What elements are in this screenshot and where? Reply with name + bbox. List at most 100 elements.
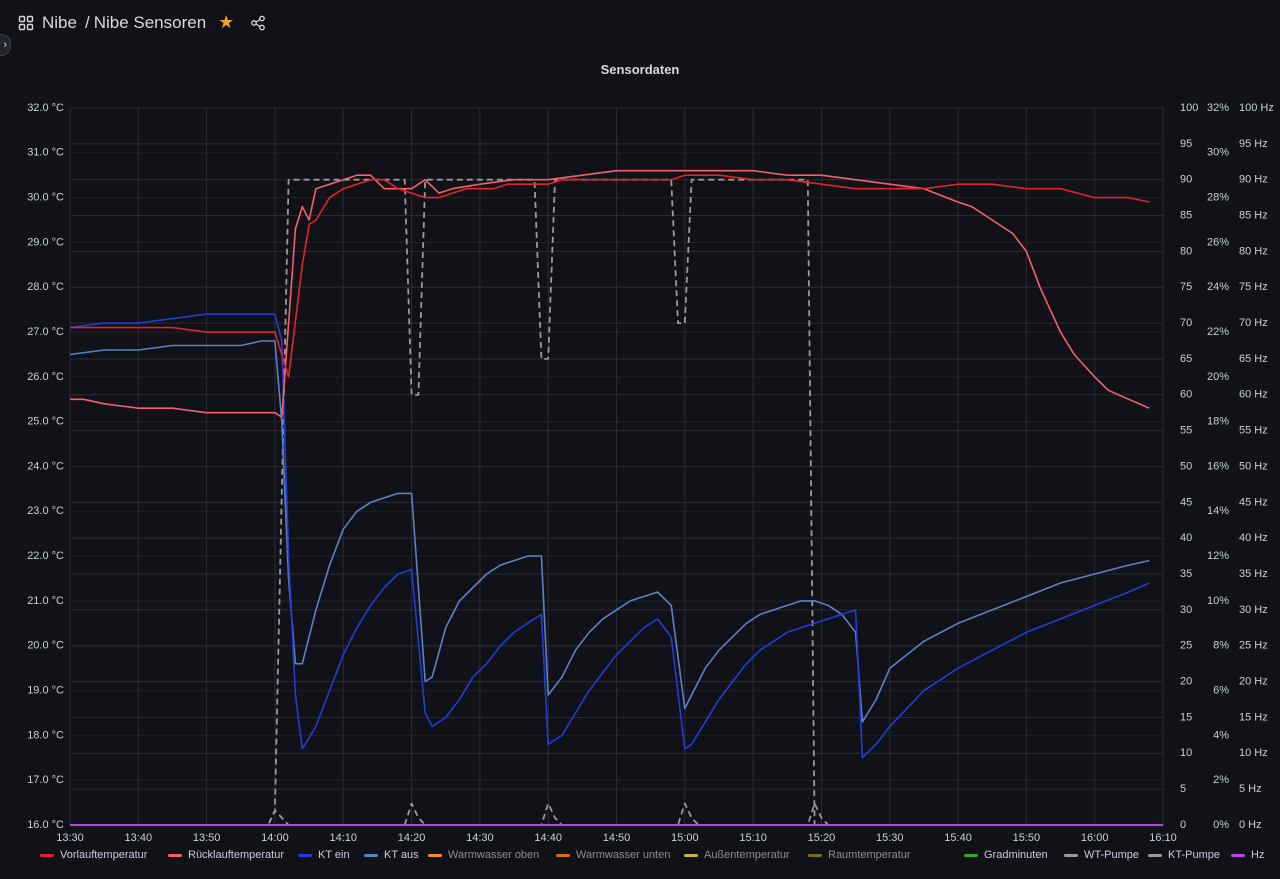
y-right1-tick-label: 5 xyxy=(1180,783,1186,795)
y-right1-tick-label: 25 xyxy=(1180,640,1192,652)
y-right2-tick-label: 10% xyxy=(1207,595,1229,607)
y-left-tick-label: 30.0 °C xyxy=(27,192,64,204)
y-right2-tick-label: 8% xyxy=(1213,640,1229,652)
legend-item[interactable]: KT aus xyxy=(364,849,419,861)
y-right1-tick-label: 10 xyxy=(1180,747,1192,759)
y-right3-tick-label: 75 Hz xyxy=(1239,281,1268,293)
y-right2-tick-label: 22% xyxy=(1207,326,1229,338)
y-right1-tick-label: 65 xyxy=(1180,353,1192,365)
x-tick-label: 14:20 xyxy=(398,832,426,844)
x-tick-label: 14:50 xyxy=(603,832,631,844)
chart-legend: Vorlauftemperatur Rücklauftemperatur KT ei… xyxy=(40,849,1280,867)
legend-item[interactable]: Raumtemperatur xyxy=(808,849,911,861)
y-right2-tick-label: 6% xyxy=(1213,684,1229,696)
x-tick-label: 15:40 xyxy=(944,832,972,844)
y-right1-tick-label: 40 xyxy=(1180,532,1192,544)
legend-item[interactable]: Hz xyxy=(1231,849,1264,861)
legend-swatch xyxy=(1231,853,1245,857)
x-tick-label: 15:50 xyxy=(1013,832,1041,844)
x-tick-label: 14:40 xyxy=(534,832,562,844)
x-tick-label: 14:10 xyxy=(329,832,357,844)
y-right3-tick-label: 85 Hz xyxy=(1239,209,1268,221)
legend-label: Rücklauftemperatur xyxy=(188,849,284,861)
legend-label: KT aus xyxy=(384,849,419,861)
y-left-tick-label: 19.0 °C xyxy=(27,684,64,696)
legend-swatch xyxy=(364,853,378,857)
legend-swatch xyxy=(808,853,822,857)
y-left-tick-label: 22.0 °C xyxy=(27,550,64,562)
y-right2-tick-label: 12% xyxy=(1207,550,1229,562)
y-right1-tick-label: 95 xyxy=(1180,138,1192,150)
y-right2-tick-label: 0% xyxy=(1213,819,1229,831)
x-tick-label: 15:20 xyxy=(808,832,836,844)
legend-label: WT-Pumpe xyxy=(1084,849,1140,861)
legend-label: Warmwasser oben xyxy=(448,849,540,861)
x-tick-label: 13:50 xyxy=(193,832,221,844)
x-tick-label: 16:10 xyxy=(1149,832,1177,844)
legend-item[interactable]: Gradminuten xyxy=(964,849,1048,861)
y-right1-tick-label: 35 xyxy=(1180,568,1192,580)
y-right3-tick-label: 0 Hz xyxy=(1239,819,1262,831)
legend-item[interactable]: Vorlauftemperatur xyxy=(40,849,147,861)
y-right1-tick-label: 90 xyxy=(1180,174,1192,186)
y-left-tick-label: 25.0 °C xyxy=(27,416,64,428)
y-right1-tick-label: 85 xyxy=(1180,209,1192,221)
x-tick-label: 14:30 xyxy=(466,832,494,844)
legend-item[interactable]: KT-Pumpe xyxy=(1148,849,1220,861)
y-right2-tick-label: 20% xyxy=(1207,371,1229,383)
y-left-tick-label: 16.0 °C xyxy=(27,819,64,831)
legend-swatch xyxy=(1064,853,1078,857)
y-right3-tick-label: 30 Hz xyxy=(1239,604,1268,616)
y-left-tick-label: 32.0 °C xyxy=(27,102,64,114)
legend-swatch xyxy=(684,853,698,857)
y-right1-tick-label: 20 xyxy=(1180,676,1192,688)
legend-swatch xyxy=(298,853,312,857)
y-right1-tick-label: 50 xyxy=(1180,460,1192,472)
legend-item[interactable]: Warmwasser oben xyxy=(428,849,539,861)
y-left-tick-label: 20.0 °C xyxy=(27,640,64,652)
legend-item[interactable]: KT ein xyxy=(298,849,350,861)
y-left-tick-label: 31.0 °C xyxy=(27,147,64,159)
x-tick-label: 15:00 xyxy=(671,832,699,844)
x-axis: 13:30 13:40 13:50 14:00 14:10 14:20 14:30 14:40… xyxy=(56,832,1177,844)
series-line-kt-ein xyxy=(69,313,1150,759)
y-right2-tick-label: 26% xyxy=(1207,236,1229,248)
y-right3-tick-label: 5 Hz xyxy=(1239,783,1262,795)
y-right3-tick-label: 15 Hz xyxy=(1239,711,1268,723)
x-tick-label: 16:00 xyxy=(1081,832,1109,844)
legend-item[interactable]: Außentemperatur xyxy=(684,849,790,861)
legend-item[interactable]: Warmwasser unten xyxy=(556,849,670,861)
legend-label: KT-Pumpe xyxy=(1168,849,1220,861)
y-right3-tick-label: 55 Hz xyxy=(1239,425,1268,437)
y-right3-tick-label: 50 Hz xyxy=(1239,460,1268,472)
legend-item[interactable]: WT-Pumpe xyxy=(1064,849,1139,861)
legend-swatch xyxy=(428,853,442,857)
legend-label: Raumtemperatur xyxy=(828,849,911,861)
y-right1-tick-label: 15 xyxy=(1180,711,1192,723)
y-left-tick-label: 21.0 °C xyxy=(27,595,64,607)
legend-label: Außentemperatur xyxy=(704,849,790,861)
y-right1-tick-label: 45 xyxy=(1180,496,1192,508)
y-right3-tick-label: 45 Hz xyxy=(1239,496,1268,508)
legend-label: Gradminuten xyxy=(984,849,1048,861)
x-tick-label: 15:30 xyxy=(876,832,904,844)
legend-swatch xyxy=(964,853,978,857)
legend-label: Warmwasser unten xyxy=(576,849,671,861)
y-right2-tick-label: 28% xyxy=(1207,192,1229,204)
y-right3-tick-label: 95 Hz xyxy=(1239,138,1268,150)
y-right1-tick-label: 30 xyxy=(1180,604,1192,616)
chart-grid xyxy=(69,107,1164,826)
y-right3-tick-label: 40 Hz xyxy=(1239,532,1268,544)
y-right2-tick-label: 14% xyxy=(1207,505,1229,517)
y-right2-tick-label: 18% xyxy=(1207,416,1229,428)
legend-label: Hz xyxy=(1251,849,1265,861)
y-right2-tick-label: 4% xyxy=(1213,729,1229,741)
y-right3-tick-label: 35 Hz xyxy=(1239,568,1268,580)
time-series-chart[interactable]: 16.0 °C 17.0 °C 18.0 °C 19.0 °C 20.0 °C 21.0 … xyxy=(0,0,1280,879)
y-right3-tick-label: 20 Hz xyxy=(1239,676,1268,688)
y-axis-right-1: 0 5 10 15 20 25 30 35 40 45 50 55 60 65 70 75 80 85 90 95 10… xyxy=(1180,102,1198,831)
legend-item[interactable]: Rücklauftemperatur xyxy=(168,849,284,861)
y-right2-tick-label: 24% xyxy=(1207,281,1229,293)
y-right3-tick-label: 80 Hz xyxy=(1239,245,1268,257)
y-right3-tick-label: 70 Hz xyxy=(1239,317,1268,329)
